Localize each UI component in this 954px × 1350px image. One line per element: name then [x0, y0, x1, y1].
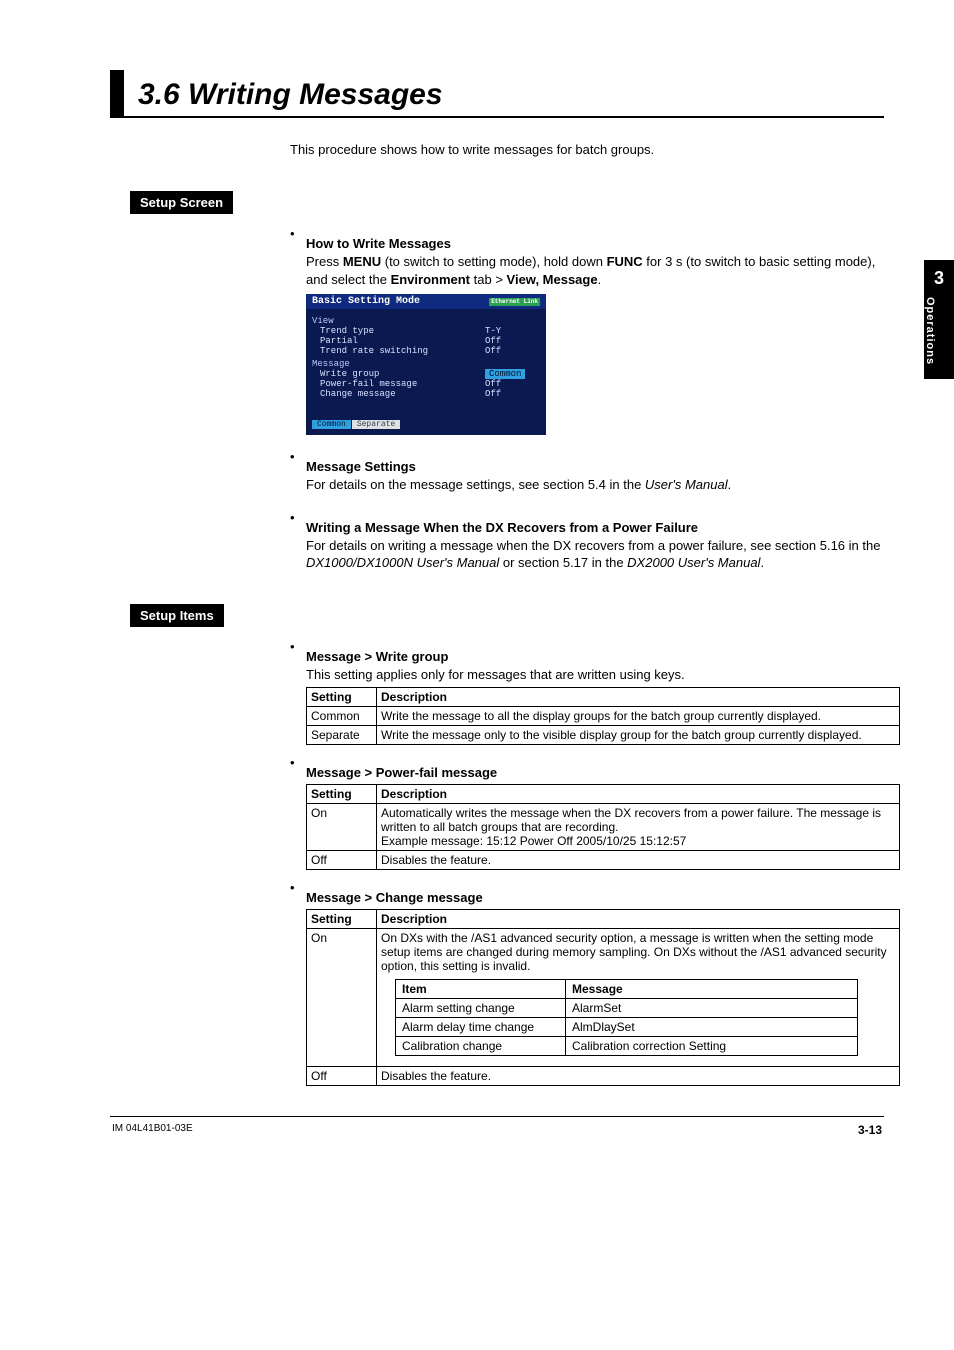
device-screenshot: Basic Setting Mode Ethernet Link View Tr… [306, 294, 546, 435]
table-row: CommonWrite the message to all the displ… [307, 707, 900, 726]
th-setting: Setting [307, 688, 377, 707]
power-fail-heading: Message > Power-fail message [306, 765, 884, 780]
table-row: Alarm setting changeAlarmSet [396, 999, 858, 1018]
device-group-view: View [312, 316, 540, 326]
device-row: Change messageOff [312, 389, 540, 399]
page-footer: IM 04L41B01-03E 3-13 [110, 1123, 884, 1137]
device-option: Separate [352, 420, 400, 429]
table-row: SeparateWrite the message only to the vi… [307, 726, 900, 745]
bullet-icon: • [290, 755, 306, 780]
title-bar-icon [110, 70, 124, 116]
bullet-icon: • [290, 639, 306, 664]
ethernet-link-icon: Ethernet Link [489, 298, 540, 306]
change-message-on-desc: On DXs with the /AS1 advanced security o… [381, 931, 895, 973]
table-row: OnAutomatically writes the message when … [307, 804, 900, 851]
table-row: OffDisables the feature. [307, 1067, 900, 1086]
bullet-icon: • [290, 449, 306, 474]
th-description: Description [377, 910, 900, 929]
write-group-note: This setting applies only for messages t… [306, 666, 884, 684]
table-row: OffDisables the feature. [307, 851, 900, 870]
table-row: On On DXs with the /AS1 advanced securit… [307, 929, 900, 1067]
power-fail-table: SettingDescription OnAutomatically write… [306, 784, 900, 870]
setup-items-section: Setup Items • Message > Write group This… [110, 594, 884, 1087]
footer-page-number: 3-13 [858, 1123, 882, 1137]
device-row: Trend rate switchingOff [312, 346, 540, 356]
th-setting: Setting [307, 785, 377, 804]
device-row: Power-fail messageOff [312, 379, 540, 389]
message-settings-heading: Message Settings [306, 459, 884, 474]
writing-power-failure-heading: Writing a Message When the DX Recovers f… [306, 520, 884, 535]
change-message-heading: Message > Change message [306, 890, 884, 905]
change-message-table: SettingDescription On On DXs with the /A… [306, 909, 900, 1086]
footer-doc-id: IM 04L41B01-03E [112, 1123, 193, 1137]
write-group-heading: Message > Write group [306, 649, 884, 664]
device-row: Trend typeT-Y [312, 326, 540, 336]
writing-power-failure-text: For details on writing a message when th… [306, 537, 884, 572]
setup-screen-label: Setup Screen [130, 191, 233, 214]
footer-divider [110, 1116, 884, 1117]
message-settings-text: For details on the message settings, see… [306, 476, 884, 494]
device-option-selected: Common [312, 420, 351, 429]
chapter-side-tab: 3 Operations [924, 260, 954, 379]
section-title-row: 3.6 Writing Messages [110, 70, 884, 118]
write-group-table: SettingDescription CommonWrite the messa… [306, 687, 900, 745]
th-item: Item [396, 980, 566, 999]
device-row: PartialOff [312, 336, 540, 346]
how-to-heading: How to Write Messages [306, 236, 884, 251]
bullet-icon: • [290, 510, 306, 535]
change-message-inner-table: ItemMessage Alarm setting changeAlarmSet… [395, 979, 858, 1056]
th-setting: Setting [307, 910, 377, 929]
th-message: Message [566, 980, 858, 999]
device-title: Basic Setting Mode [312, 296, 420, 307]
table-row: Calibration changeCalibration correction… [396, 1037, 858, 1056]
intro-text: This procedure shows how to write messag… [290, 142, 884, 157]
th-description: Description [377, 785, 900, 804]
how-to-text: Press MENU (to switch to setting mode), … [306, 253, 884, 288]
table-row: Alarm delay time changeAlmDlaySet [396, 1018, 858, 1037]
setup-screen-section: Setup Screen • How to Write Messages Pre… [110, 181, 884, 572]
chapter-label: Operations [924, 297, 936, 365]
bullet-icon: • [290, 880, 306, 905]
device-row: Write groupCommon [312, 369, 540, 379]
setup-items-label: Setup Items [130, 604, 224, 627]
page-title: 3.6 Writing Messages [138, 70, 443, 116]
device-group-message: Message [312, 359, 540, 369]
th-description: Description [377, 688, 900, 707]
chapter-number: 3 [924, 268, 954, 289]
bullet-icon: • [290, 226, 306, 251]
